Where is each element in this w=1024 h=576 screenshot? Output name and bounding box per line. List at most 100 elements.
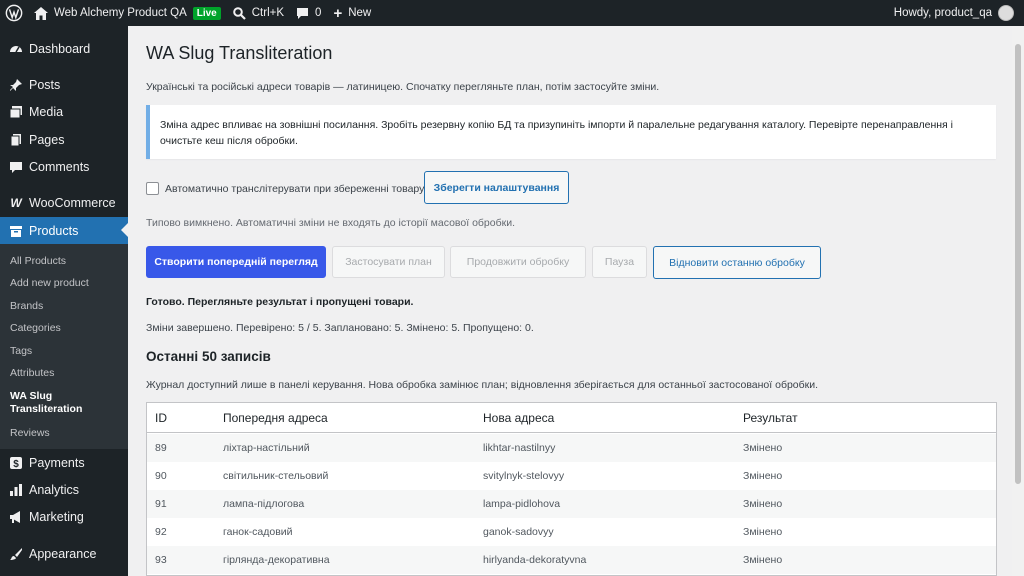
menu-posts[interactable]: Posts [0, 72, 128, 98]
continue-processing-button[interactable]: Продовжити обробку [450, 246, 586, 278]
auto-transliterate-label[interactable]: Автоматично транслітерувати при збережен… [165, 183, 424, 195]
new-label: New [348, 7, 372, 19]
submenu-add-new-product[interactable]: Add new product [10, 277, 89, 290]
brush-icon [8, 546, 24, 562]
menu-products[interactable]: Products [0, 217, 128, 245]
cell-new-slug: likhtar-nastilnyy [483, 442, 556, 454]
column-header-old-slug: Попередня адреса [223, 410, 328, 425]
notice-text: Зміна адрес впливає на зовнішні посиланн… [160, 119, 953, 147]
scrollbar-thumb[interactable] [1015, 44, 1021, 484]
menu-payments[interactable]: $ Payments [0, 450, 128, 476]
table-row: 93 гірлянда-декоративна hirlyanda-dekora… [147, 546, 996, 574]
cell-result: Змінено [743, 526, 783, 538]
apply-plan-button[interactable]: Застосувати план [332, 246, 445, 278]
log-note: Журнал доступний лише в панелі керування… [146, 379, 819, 391]
avatar [998, 5, 1014, 21]
products-submenu: All Products Add new product Brands Cate… [0, 244, 128, 449]
table-row: 90 світильник-стельовий svitylnyk-stelov… [147, 462, 996, 490]
command-palette-button[interactable]: Ctrl+K [227, 0, 290, 26]
cell-id: 89 [155, 442, 167, 454]
new-content-link[interactable]: + New [327, 0, 377, 26]
megaphone-icon [8, 509, 24, 525]
menu-woocommerce[interactable]: W WooCommerce [0, 190, 128, 216]
comments-count: 0 [315, 7, 322, 19]
chart-icon [8, 482, 24, 498]
auto-transliterate-checkbox[interactable] [146, 182, 159, 195]
cell-old-slug: світильник-стельовий [223, 470, 329, 482]
column-header-new-slug: Нова адреса [483, 410, 555, 425]
account-menu[interactable]: Howdy, product_qa [888, 0, 1024, 26]
menu-marketing[interactable]: Marketing [0, 504, 128, 530]
archive-icon [8, 223, 24, 239]
page-scrollbar[interactable] [1012, 26, 1024, 576]
page-title: WA Slug Transliteration [146, 43, 333, 63]
menu-pages[interactable]: Pages [0, 127, 128, 153]
submenu-attributes[interactable]: Attributes [10, 367, 54, 380]
submenu-brands[interactable]: Brands [10, 300, 43, 313]
table-row: 92 ганок-садовий ganok-sadovyy Змінено [147, 518, 996, 546]
cell-old-slug: ганок-садовий [223, 526, 293, 538]
create-preview-button[interactable]: Створити попередній перегляд [146, 246, 326, 278]
cell-id: 90 [155, 470, 167, 482]
menu-label: Comments [29, 160, 90, 174]
column-header-result: Результат [743, 410, 798, 425]
menu-label: Pages [29, 133, 65, 147]
pause-button[interactable]: Пауза [592, 246, 647, 278]
plus-icon: + [333, 4, 343, 22]
svg-text:$: $ [13, 459, 19, 470]
save-settings-button[interactable]: Зберегти налаштування [424, 171, 569, 204]
dollar-icon: $ [8, 455, 24, 471]
submenu-all-products[interactable]: All Products [10, 255, 66, 268]
menu-dashboard[interactable]: Dashboard [0, 36, 128, 62]
live-badge: Live [192, 6, 221, 20]
menu-label: Products [29, 224, 79, 238]
log-heading: Останні 50 записів [146, 349, 271, 364]
menu-appearance[interactable]: Appearance [0, 541, 128, 567]
cell-old-slug: лампа-підлогова [223, 498, 305, 510]
menu-label: Posts [29, 78, 61, 92]
auto-hint: Типово вимкнено. Автоматичні зміни не вх… [146, 217, 515, 229]
search-icon [232, 6, 246, 20]
menu-label: WooCommerce [29, 196, 116, 210]
comment-icon [296, 7, 309, 20]
menu-label: Analytics [29, 483, 80, 497]
woo-icon: W [10, 196, 22, 210]
menu-label: Dashboard [29, 42, 91, 56]
restore-last-run-button[interactable]: Відновити останню обробку [653, 246, 821, 279]
submenu-tags[interactable]: Tags [10, 345, 32, 358]
cell-new-slug: svitylnyk-stelovyy [483, 470, 565, 482]
cell-result: Змінено [743, 442, 783, 454]
menu-analytics[interactable]: Analytics [0, 477, 128, 503]
warning-notice: Зміна адрес впливає на зовнішні посиланн… [146, 105, 996, 159]
admin-sidebar: Dashboard Posts Media Pages Comments W W… [0, 26, 128, 576]
status-detail: Зміни завершено. Перевірено: 5 / 5. Запл… [146, 322, 534, 334]
main-content: WA Slug Transliteration Українські та ро… [128, 26, 1012, 576]
cell-old-slug: ліхтар-настільний [223, 442, 310, 454]
site-name: Web Alchemy Product QA [54, 7, 187, 19]
cell-result: Змінено [743, 470, 783, 482]
menu-label: Payments [29, 456, 85, 470]
menu-media[interactable]: Media [0, 99, 128, 125]
cell-id: 91 [155, 498, 167, 510]
cell-new-slug: ganok-sadovyy [483, 526, 554, 538]
wordpress-logo-icon[interactable] [0, 0, 28, 26]
submenu-reviews[interactable]: Reviews [10, 427, 50, 440]
menu-label: Appearance [29, 547, 97, 561]
cell-old-slug: гірлянда-декоративна [223, 554, 330, 566]
menu-comments[interactable]: Comments [0, 154, 128, 180]
admin-bar: Web Alchemy Product QA Live Ctrl+K 0 + N… [0, 0, 1024, 26]
comments-link[interactable]: 0 [290, 0, 327, 26]
cell-new-slug: hirlyanda-dekoratyvna [483, 554, 587, 566]
log-table: ID Попередня адреса Нова адреса Результа… [146, 402, 997, 576]
site-name-link[interactable]: Web Alchemy Product QA Live [28, 0, 227, 26]
column-header-id: ID [155, 410, 167, 425]
page-intro: Українські та російські адреси товарів —… [146, 81, 660, 93]
comment-icon [8, 159, 24, 175]
table-row: 91 лампа-підлогова lampa-pidlohova Зміне… [147, 490, 996, 518]
menu-label: Marketing [29, 510, 84, 524]
cell-new-slug: lampa-pidlohova [483, 498, 561, 510]
cell-id: 92 [155, 526, 167, 538]
submenu-wa-slug-transliteration[interactable]: WA Slug Transliteration [10, 390, 90, 416]
submenu-categories[interactable]: Categories [10, 322, 61, 335]
home-icon [34, 6, 48, 20]
